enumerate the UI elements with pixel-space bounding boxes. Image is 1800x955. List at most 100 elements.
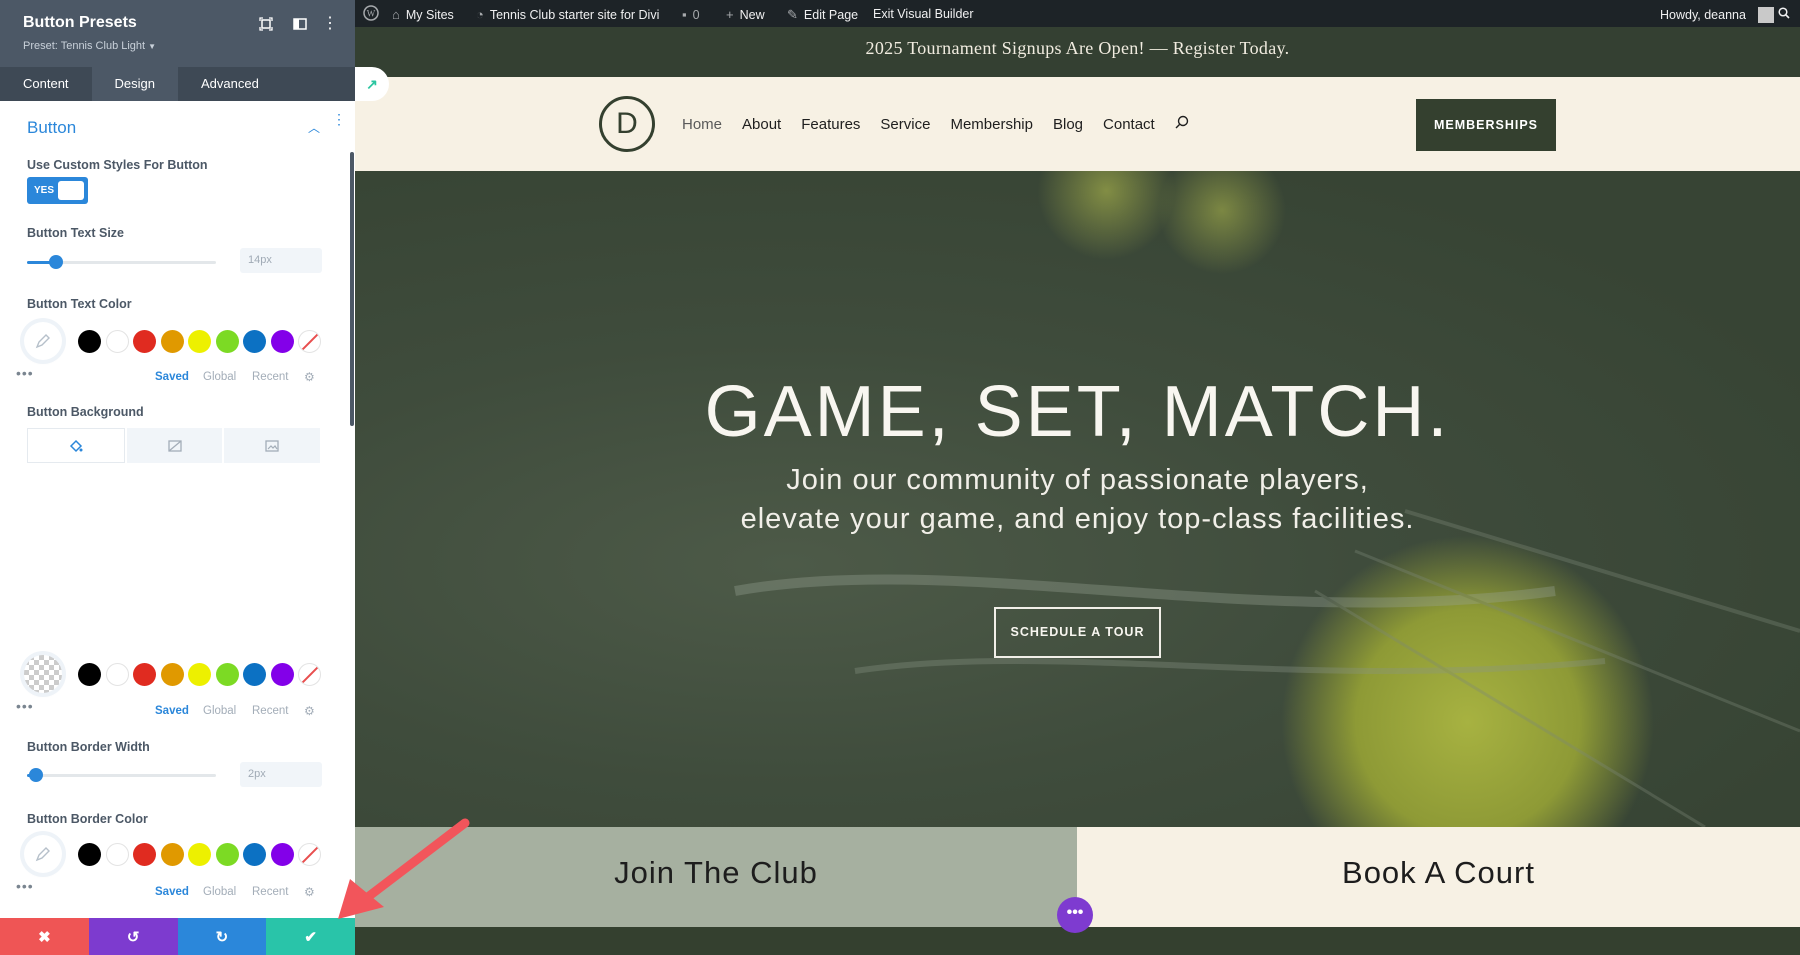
palette-recent-tab[interactable]: Recent (252, 886, 288, 898)
exit-visual-builder-link[interactable]: Exit Visual Builder (873, 7, 974, 21)
section-button-header[interactable]: Button ︿ ⋮ (0, 101, 355, 151)
nav-membership[interactable]: Membership (950, 116, 1033, 133)
site-logo[interactable]: D (599, 96, 655, 152)
no-color-swatch[interactable] (298, 330, 321, 353)
slider-handle[interactable] (29, 768, 43, 782)
color-swatch[interactable] (105, 843, 129, 866)
join-club-block[interactable]: Join The Club (355, 827, 1077, 927)
tab-design[interactable]: Design (91, 67, 179, 101)
book-court-block[interactable]: Book A Court (1077, 827, 1800, 927)
palette-recent-tab[interactable]: Recent (252, 705, 288, 717)
palette-recent-tab[interactable]: Recent (252, 371, 288, 383)
gear-icon[interactable]: ⚙ (304, 885, 315, 899)
color-swatch[interactable] (270, 663, 294, 686)
color-swatch[interactable] (78, 843, 101, 866)
panel-scrollbar[interactable] (350, 152, 354, 426)
palette-global-tab[interactable]: Global (203, 371, 236, 383)
nav-contact[interactable]: Contact (1103, 116, 1155, 133)
palette-more-icon[interactable]: ••• (16, 365, 34, 381)
nav-home[interactable]: Home (682, 116, 722, 133)
border-width-slider[interactable] (27, 768, 216, 782)
new-menu[interactable]: + New (726, 7, 765, 22)
palette-saved-tab[interactable]: Saved (155, 886, 189, 898)
hero-title: GAME, SET, MATCH. (704, 372, 1451, 452)
custom-styles-toggle[interactable]: YES (27, 177, 88, 204)
schedule-tour-button[interactable]: SCHEDULE A TOUR (994, 607, 1161, 658)
book-court-text: Book A Court (1342, 855, 1535, 890)
edit-page-link[interactable]: ✎ Edit Page (787, 7, 858, 23)
panel-tabs: Content Design Advanced (0, 67, 355, 101)
color-swatch[interactable] (133, 330, 156, 353)
search-icon[interactable] (1175, 115, 1189, 133)
color-swatch[interactable] (133, 663, 156, 686)
nav-about[interactable]: About (742, 116, 781, 133)
color-swatch[interactable] (133, 843, 156, 866)
palette-global-tab[interactable]: Global (203, 705, 236, 717)
section-more-icon[interactable]: ⋮ (332, 112, 346, 126)
slider-handle[interactable] (49, 255, 63, 269)
transparent-color-picker-icon[interactable] (24, 655, 62, 693)
nav-features[interactable]: Features (801, 116, 860, 133)
no-color-swatch[interactable] (298, 663, 321, 686)
color-swatch[interactable] (160, 330, 184, 353)
eyedropper-icon[interactable] (24, 322, 62, 360)
nav-blog[interactable]: Blog (1053, 116, 1083, 133)
color-swatch[interactable] (243, 330, 266, 353)
chevron-up-icon[interactable]: ︿ (308, 119, 320, 136)
preset-selector[interactable]: Preset: Tennis Club Light ▼ (23, 40, 156, 52)
color-swatch[interactable] (105, 663, 129, 686)
search-icon[interactable] (1778, 7, 1790, 19)
text-size-slider[interactable] (27, 255, 216, 269)
border-width-input[interactable]: 2px (240, 762, 322, 787)
save-button[interactable]: ✔ (266, 918, 355, 955)
color-swatch[interactable] (105, 330, 129, 353)
color-swatch[interactable] (215, 330, 239, 353)
color-swatch[interactable] (188, 843, 211, 866)
split-view-icon[interactable] (290, 14, 310, 34)
gear-icon[interactable]: ⚙ (304, 370, 315, 384)
eyedropper-icon[interactable] (24, 835, 62, 873)
text-size-input[interactable]: 14px (240, 248, 322, 273)
color-swatch[interactable] (270, 843, 294, 866)
builder-menu-button[interactable]: ••• (1057, 897, 1093, 933)
wordpress-logo-icon[interactable]: W (363, 5, 379, 21)
palette-saved-tab[interactable]: Saved (155, 705, 189, 717)
announcement-bar: 2025 Tournament Signups Are Open! — Regi… (355, 27, 1800, 77)
tab-content[interactable]: Content (0, 67, 92, 101)
color-swatch[interactable] (243, 663, 266, 686)
text-color-label: Button Text Color (27, 297, 132, 311)
undo-button[interactable]: ↺ (88, 918, 178, 955)
more-options-icon[interactable]: ⋮ (320, 14, 340, 34)
comments-menu[interactable]: ▪ 0 (682, 7, 700, 22)
palette-saved-tab[interactable]: Saved (155, 371, 189, 383)
nav-service[interactable]: Service (880, 116, 930, 133)
gradient-icon[interactable] (126, 428, 223, 463)
color-swatch[interactable] (160, 663, 184, 686)
tab-advanced[interactable]: Advanced (178, 67, 282, 101)
discard-button[interactable]: ✖ (0, 918, 89, 955)
builder-toggle-icon[interactable]: ↗ (355, 67, 389, 101)
palette-more-icon[interactable]: ••• (16, 698, 34, 714)
palette-global-tab[interactable]: Global (203, 886, 236, 898)
account-menu[interactable]: Howdy, deanna (1660, 7, 1774, 23)
memberships-button[interactable]: MEMBERSHIPS (1416, 99, 1556, 151)
color-swatch[interactable] (243, 843, 266, 866)
image-icon[interactable] (224, 428, 321, 463)
color-swatch[interactable] (78, 663, 101, 686)
color-swatch[interactable] (188, 330, 211, 353)
color-swatch[interactable] (215, 663, 239, 686)
redo-button[interactable]: ↻ (177, 918, 267, 955)
color-swatch[interactable] (215, 843, 239, 866)
color-swatch[interactable] (160, 843, 184, 866)
paint-bucket-icon[interactable] (27, 428, 125, 463)
text-color-palette (20, 322, 330, 366)
palette-more-icon[interactable]: ••• (16, 878, 34, 894)
color-swatch[interactable] (188, 663, 211, 686)
my-sites-menu[interactable]: ⌂ My Sites (392, 7, 454, 22)
gear-icon[interactable]: ⚙ (304, 704, 315, 718)
color-swatch[interactable] (78, 330, 101, 353)
no-color-swatch[interactable] (298, 843, 321, 866)
site-name-menu[interactable]: ◔ Tennis Club starter site for Divi (476, 7, 659, 22)
expand-icon[interactable] (256, 14, 276, 34)
color-swatch[interactable] (270, 330, 294, 353)
